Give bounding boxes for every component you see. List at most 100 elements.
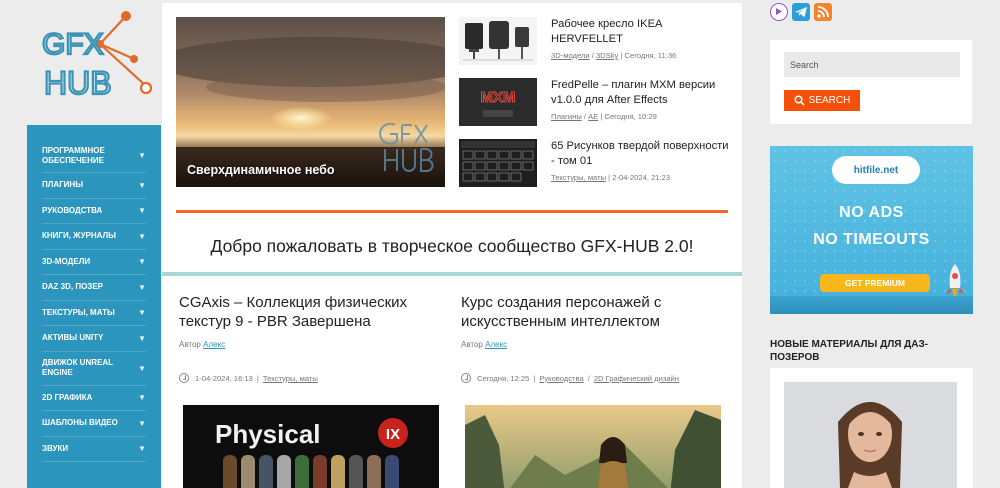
chevron-down-icon: ▼ [138, 333, 146, 343]
chevron-down-icon: ▼ [138, 206, 146, 216]
svg-text:IX: IX [386, 426, 400, 443]
news-thumbnail[interactable] [459, 139, 537, 187]
nav-item-unity-assets[interactable]: Активы Unity ▼ [42, 326, 146, 352]
author-label: Автор [179, 340, 201, 349]
svg-text:MXM: MXM [481, 89, 516, 106]
hard-surface-pattern-image [459, 139, 537, 187]
nav-item-label: Книги, журналы [42, 231, 116, 241]
chevron-down-icon: ▼ [138, 257, 146, 267]
nav-item-textures[interactable]: Текстуры, маты ▼ [42, 301, 146, 326]
hero-caption[interactable]: Сверхдинамичное небо [187, 163, 335, 177]
article-card: Курс создания персонажей с искусственным… [461, 293, 721, 488]
nav-item-books[interactable]: Книги, журналы ▼ [42, 224, 146, 250]
article-image[interactable] [465, 405, 721, 488]
news-date: Сегодня, 10:29 [604, 112, 657, 121]
divider-orange [176, 210, 728, 213]
chevron-down-icon: ▼ [138, 231, 146, 241]
article-title[interactable]: Курс создания персонажей с искусственным… [461, 293, 721, 331]
nav-item-label: Шаблоны видео [42, 418, 118, 428]
category-sidebar: Программное обеспечение ▼ Плагины ▼ Руково… [27, 125, 161, 488]
hitfile-logo: hitfile.net [832, 156, 920, 184]
news-item[interactable]: 65 Рисунков твердой поверхности - том 01… [459, 139, 731, 189]
article-author: Автор Алекс [179, 340, 225, 349]
chevron-down-icon: ▼ [138, 180, 146, 190]
daz-materials-widget [770, 368, 973, 488]
nav-item-2d-graphics[interactable]: 2D Графика ▼ [42, 386, 146, 411]
nav-item-unreal-engine[interactable]: Движок Unreal Engine ▼ [42, 352, 146, 386]
category-link[interactable]: Плагины [551, 112, 582, 121]
news-thumbnail[interactable]: MXM [459, 78, 537, 126]
meta-separator: | [256, 373, 259, 383]
chevron-down-icon: ▼ [138, 151, 146, 160]
article-card: CGAxis – Коллекция физических текстур 9 … [179, 293, 439, 488]
telegram-icon[interactable] [792, 3, 810, 21]
category-link[interactable]: 2D Графический дизайн [594, 374, 679, 383]
search-icon [794, 95, 805, 106]
search-widget: SEARCH [770, 40, 972, 124]
search-input[interactable] [784, 52, 960, 77]
nav-item-label: 2D Графика [42, 392, 93, 402]
news-title[interactable]: 65 Рисунков твердой поверхности - том 01 [551, 139, 731, 169]
news-title[interactable]: FredPelle – плагин MXM версии v1.0.0 для… [551, 78, 731, 108]
article-date: 1-04-2024, 16:13 [195, 373, 253, 383]
nav-item-software[interactable]: Программное обеспечение ▼ [42, 139, 146, 173]
get-premium-button[interactable]: GET PREMIUM [820, 274, 930, 292]
nav-item-daz3d[interactable]: DAZ 3D, Позер ▼ [42, 275, 146, 301]
category-link[interactable]: Руководства [539, 374, 583, 383]
nav-item-label: DAZ 3D, Позер [42, 282, 103, 292]
nav-item-plugins[interactable]: Плагины ▼ [42, 173, 146, 199]
ai-character-image [465, 405, 721, 488]
video-icon[interactable] [770, 3, 788, 21]
meta-separator: / [587, 373, 590, 383]
category-link[interactable]: AE [588, 112, 598, 121]
news-item[interactable]: Рабочее кресло IKEA HERVFELLET 3D-модели… [459, 17, 731, 67]
chevron-down-icon: ▼ [138, 282, 146, 292]
article-date: Сегодня, 12:25 [477, 373, 530, 383]
news-thumbnail[interactable] [459, 17, 537, 65]
physical-textures-image: Physical IX [183, 405, 439, 488]
ad-headline-1: NO ADS [839, 204, 904, 221]
ad-footer-hills [770, 296, 973, 314]
social-links [770, 3, 832, 21]
featured-slider[interactable]: Сверхдинамичное небо [176, 17, 445, 187]
daz-character-image[interactable] [784, 382, 957, 488]
news-title[interactable]: Рабочее кресло IKEA HERVFELLET [551, 17, 731, 47]
article-image[interactable]: Physical IX [183, 405, 439, 488]
mxm-plugin-image: MXM [459, 78, 537, 126]
nav-item-video-templates[interactable]: Шаблоны видео ▼ [42, 411, 146, 437]
news-item[interactable]: MXM FredPelle – плагин MXM версии v1.0.0… [459, 78, 731, 128]
divider-teal [162, 272, 742, 276]
nav-item-label: Текстуры, маты [42, 307, 115, 317]
nav-item-3d-models[interactable]: 3D-модели ▼ [42, 250, 146, 275]
chevron-down-icon: ▼ [138, 418, 146, 428]
svg-text:Physical: Physical [215, 419, 321, 449]
article-title[interactable]: CGAxis – Коллекция физических текстур 9 … [179, 293, 439, 331]
news-meta: Плагины / AE | Сегодня, 10:29 [551, 112, 731, 121]
daz-section-title: Новые материалы для Даз-позеров [770, 339, 929, 363]
article-meta: 1-04-2024, 16:13 | Текстуры, маты [179, 373, 318, 383]
chevron-down-icon: ▼ [138, 363, 146, 373]
category-link[interactable]: Текстуры, маты [263, 374, 318, 383]
svg-text:HUB: HUB [44, 65, 112, 101]
rss-icon[interactable] [814, 3, 832, 21]
author-link[interactable]: Алекс [203, 340, 225, 349]
category-link[interactable]: Текстуры, маты [551, 173, 606, 182]
news-meta: Текстуры, маты | 2-04-2024, 21:23 [551, 173, 731, 182]
news-date: Сегодня, 11:36 [624, 51, 677, 60]
nav-item-label: 3D-модели [42, 256, 91, 266]
nav-item-sounds[interactable]: Звуки ▼ [42, 437, 146, 462]
nav-item-label: Плагины [42, 180, 84, 190]
site-logo[interactable]: GFX HUB [28, 4, 158, 114]
office-chair-image [459, 17, 537, 65]
category-link[interactable]: 3DSky [596, 51, 618, 60]
ad-headline-2: NO TIMEOUTS [813, 231, 930, 248]
nav-item-label: Движок Unreal Engine [42, 358, 113, 377]
article-author: Автор Алекс [461, 340, 507, 349]
category-link[interactable]: 3D-модели [551, 51, 590, 60]
nav-item-tutorials[interactable]: Руководства ▼ [42, 199, 146, 224]
author-link[interactable]: Алекс [485, 340, 507, 349]
search-button[interactable]: SEARCH [784, 90, 860, 111]
hitfile-ad-banner[interactable]: hitfile.net NO ADS NO TIMEOUTS GET PREMI… [770, 146, 973, 314]
news-meta: 3D-модели / 3DSky | Сегодня, 11:36 [551, 51, 731, 60]
gfx-hub-watermark-icon [379, 122, 434, 172]
